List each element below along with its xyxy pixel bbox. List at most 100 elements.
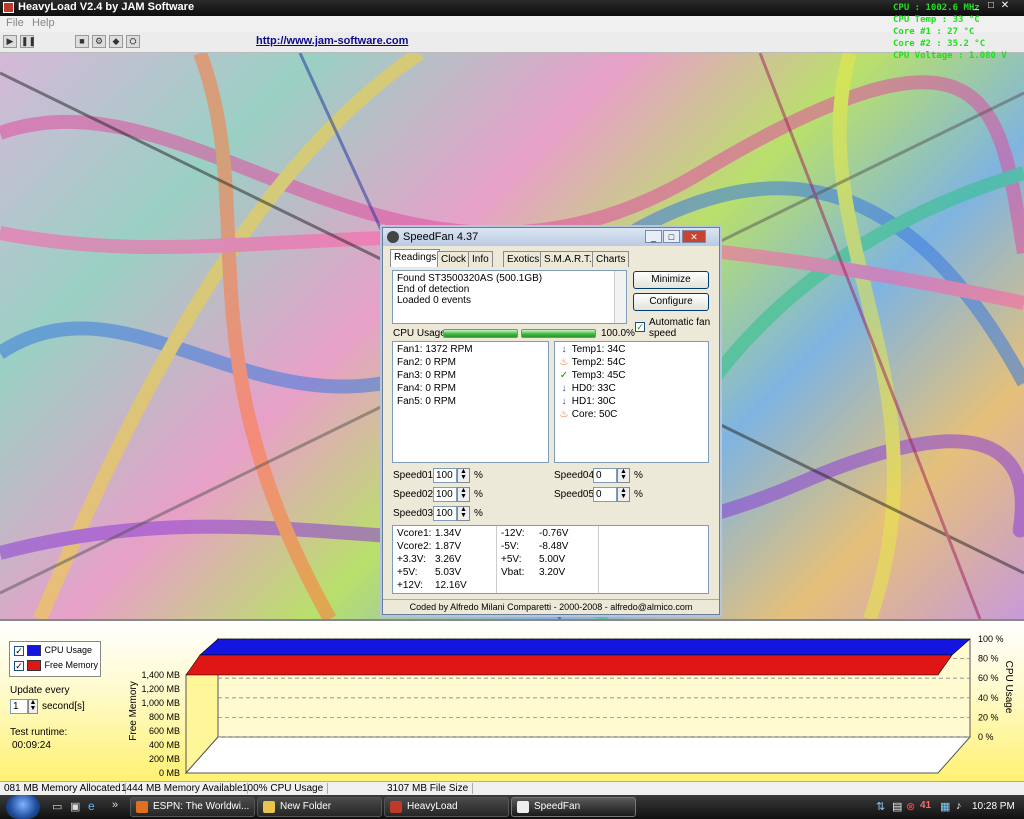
speed05-stepper[interactable]: ▲ ▼ xyxy=(617,487,630,502)
start-orb-icon[interactable] xyxy=(6,795,40,819)
status-cpu-usage: 100% CPU Usage xyxy=(242,783,329,794)
tab-readings[interactable]: Readings xyxy=(390,249,441,267)
pause-icon[interactable]: ❚❚ xyxy=(20,35,36,48)
left-tick-label: 800 MB xyxy=(149,712,180,722)
speed02-input[interactable]: 100 xyxy=(433,487,457,502)
log-line: End of detection xyxy=(397,284,470,295)
heavyload-graph-area: ✓ CPU Usage ✓ Free Memory Update every 1… xyxy=(0,619,1024,783)
tab-clock[interactable]: Clock xyxy=(437,251,471,267)
tray-wifi-icon[interactable]: ▦ xyxy=(940,800,950,813)
cpu-usage-bar-core1 xyxy=(443,329,518,338)
disk-test-icon[interactable]: ⛭ xyxy=(126,35,140,48)
left-tick-label: 600 MB xyxy=(149,726,180,736)
speed04-input[interactable]: 0 xyxy=(593,468,617,483)
chart-floor xyxy=(184,736,972,774)
play-icon[interactable]: ▶ xyxy=(3,35,17,48)
left-tick-label: 200 MB xyxy=(149,754,180,764)
temp-row: ↓ Temp1: 34C xyxy=(559,344,626,355)
event-log[interactable]: Found ST3500320AS (500.1GB) End of detec… xyxy=(392,270,627,324)
status-memory-allocated: 081 MB Memory Allocated xyxy=(4,783,126,794)
right-tick-label: 60 % xyxy=(978,673,999,683)
voltage-value: 12.16V xyxy=(435,580,467,591)
left-tick-label: 400 MB xyxy=(149,740,180,750)
maximize-icon[interactable]: □ xyxy=(985,0,997,11)
flame-icon: ♨ xyxy=(559,357,569,368)
internet-explorer-icon[interactable]: e xyxy=(88,799,95,813)
speed03-input[interactable]: 100 xyxy=(433,506,457,521)
osd-core2-temp: Core #2 : 35.2 °C xyxy=(893,39,986,49)
speed04-stepper[interactable]: ▲ ▼ xyxy=(617,468,630,483)
osd-cpu-voltage: CPU Voltage : 1.080 V xyxy=(893,51,1007,61)
temp-value: 54C xyxy=(607,357,626,368)
switch-windows-icon[interactable]: ▣ xyxy=(70,800,80,813)
minimize-icon[interactable]: _ xyxy=(970,0,982,11)
fan-reading: Fan2: 0 RPM xyxy=(397,357,456,368)
right-tick-label: 80 % xyxy=(978,654,999,664)
status-bar: 081 MB Memory Allocated 1444 MB Memory A… xyxy=(0,781,1024,796)
menu-file[interactable]: File xyxy=(6,17,24,29)
speed01-input[interactable]: 100 xyxy=(433,468,457,483)
temp-label: Temp1: xyxy=(571,344,605,355)
minimize-button[interactable]: Minimize xyxy=(633,271,709,289)
speed04-label: Speed04: xyxy=(554,470,597,481)
log-scrollbar[interactable] xyxy=(614,271,626,323)
voltage-label: Vcore1: xyxy=(397,528,432,539)
percent-sign: % xyxy=(634,489,643,500)
voltage-label: -12V: xyxy=(501,528,525,539)
speedfan-titlebar[interactable]: SpeedFan 4.37 _ □ ✕ xyxy=(383,228,719,246)
taskbar-item-new-folder[interactable]: New Folder xyxy=(257,797,382,817)
check-icon: ✓ xyxy=(559,370,569,381)
taskbar-item-espn[interactable]: ESPN: The Worldwi... xyxy=(130,797,255,817)
tab-smart[interactable]: S.M.A.R.T. xyxy=(540,251,596,267)
flame-icon: ♨ xyxy=(559,409,569,420)
right-tick-label: 20 % xyxy=(978,712,999,722)
tab-charts[interactable]: Charts xyxy=(592,251,630,267)
temp-label: HD0: xyxy=(571,383,595,394)
tray-clock: 10:28 PM xyxy=(972,801,1015,812)
auto-fan-checkbox[interactable]: ✓ xyxy=(635,322,645,332)
website-link[interactable]: http://www.jam-software.com xyxy=(256,35,408,47)
tray-security-icon[interactable]: ⊗ xyxy=(906,800,915,813)
tray-temp-icon[interactable]: 41 xyxy=(920,800,931,811)
speed01-stepper[interactable]: ▲ ▼ xyxy=(457,468,470,483)
cpu-test-icon[interactable]: ⚙ xyxy=(92,35,106,48)
taskbar-item-heavyload[interactable]: HeavyLoad xyxy=(384,797,509,817)
voltage-label: +5V: xyxy=(397,567,418,578)
tray-network-icon[interactable]: ⇅ xyxy=(876,800,885,813)
speed03-stepper[interactable]: ▲ ▼ xyxy=(457,506,470,521)
memory-test-icon[interactable]: ◆ xyxy=(109,35,123,48)
log-line: Found ST3500320AS (500.1GB) xyxy=(397,273,543,284)
speed05-input[interactable]: 0 xyxy=(593,487,617,502)
voltage-value: -0.76V xyxy=(539,528,569,539)
tray-volume-icon[interactable]: ♪ xyxy=(956,800,962,812)
voltage-label: +5V: xyxy=(501,554,522,565)
fans-panel: Fan1: 1372 RPM Fan2: 0 RPM Fan3: 0 RPM F… xyxy=(392,341,549,463)
voltage-value: 1.34V xyxy=(435,528,462,539)
taskbar-item-speedfan[interactable]: SpeedFan xyxy=(511,797,636,817)
tab-exotics[interactable]: Exotics xyxy=(503,251,544,267)
tray-monitor-icon[interactable]: ▤ xyxy=(892,800,902,813)
show-desktop-icon[interactable]: ▭ xyxy=(52,800,62,813)
left-tick-label: 1,000 MB xyxy=(141,698,180,708)
speed01-label: Speed01: xyxy=(393,470,436,481)
speed02-stepper[interactable]: ▲ ▼ xyxy=(457,487,470,502)
speedfan-maximize-icon[interactable]: □ xyxy=(663,230,680,243)
temp-row: ♨ Core: 50C xyxy=(559,409,618,420)
voltage-label: +12V: xyxy=(397,580,424,591)
load-chart: 100 % 80 % 60 % 40 % 20 % 0 % 1,400 MB 1,200 MB… xyxy=(128,634,1014,778)
temp-row: ♨ Temp2: 54C xyxy=(559,357,626,368)
tab-info[interactable]: Info xyxy=(468,251,493,267)
menu-help[interactable]: Help xyxy=(32,17,55,29)
configure-button[interactable]: Configure xyxy=(633,293,709,311)
temp-row: ✓ Temp3: 45C xyxy=(559,370,626,381)
close-icon[interactable]: ✕ xyxy=(999,0,1011,11)
speedfan-app-icon xyxy=(387,231,399,243)
heavyload-icon xyxy=(390,801,402,813)
voltages-panel: Vcore1: 1.34V Vcore2: 1.87V +3.3V: 3.26V… xyxy=(392,525,709,594)
speedfan-minimize-icon[interactable]: _ xyxy=(645,230,662,243)
stop-icon[interactable]: ■ xyxy=(75,35,89,48)
status-file-size: 3107 MB File Size xyxy=(387,783,474,794)
quick-launch-more-icon[interactable]: » xyxy=(112,799,118,811)
heavyload-titlebar[interactable]: HeavyLoad V2.4 by JAM Software xyxy=(0,0,1024,16)
speedfan-close-icon[interactable]: ✕ xyxy=(682,230,706,243)
